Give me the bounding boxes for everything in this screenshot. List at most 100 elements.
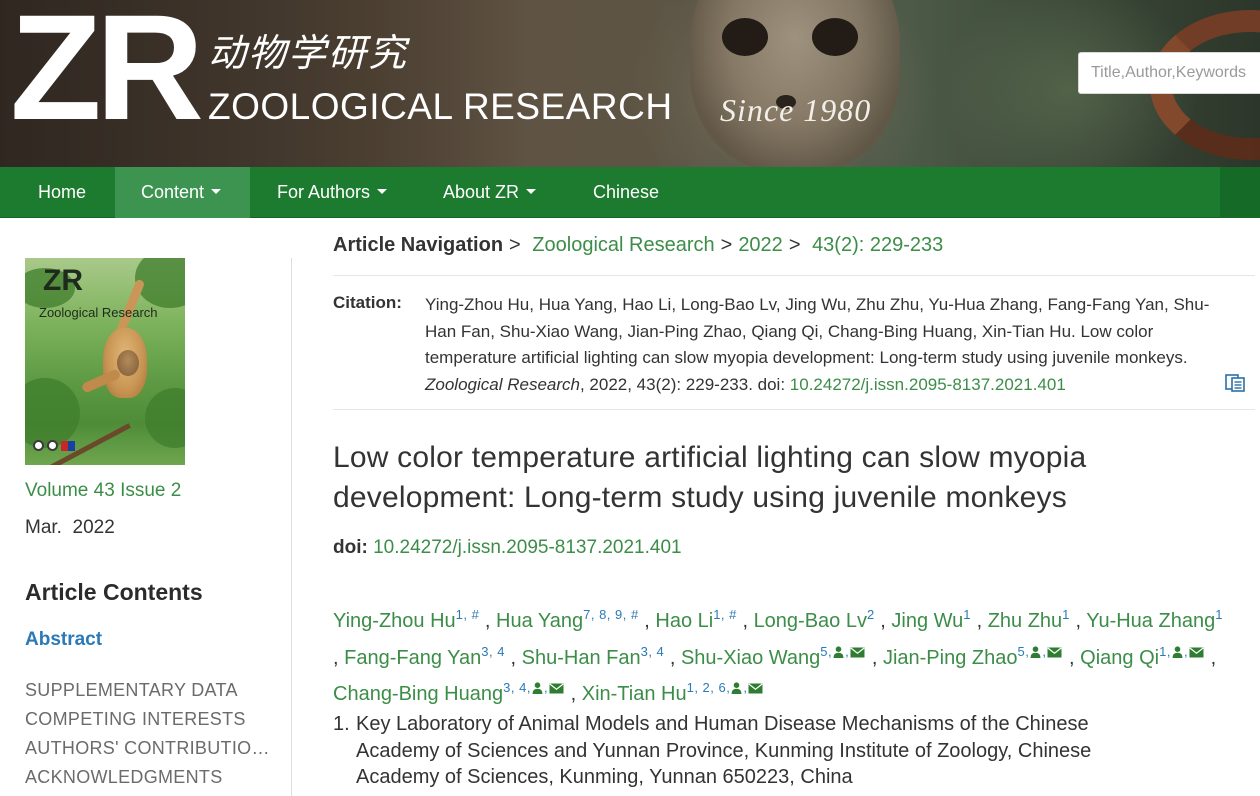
author-item: Fang-Fang Yan3, 4 — [344, 644, 505, 669]
author-item: Jian-Ping Zhao5,, — [883, 643, 1064, 669]
nav-item-home[interactable]: Home — [12, 167, 112, 218]
separator: , — [845, 643, 850, 659]
contents-link-acknowledgments[interactable]: ACKNOWLEDGMENTS — [25, 763, 275, 792]
breadcrumb-year-link[interactable]: 2022 — [738, 234, 783, 256]
cover-badge-icon — [33, 440, 44, 451]
cover-flag-icon — [61, 441, 75, 451]
author-affiliation-sup[interactable]: 1, # — [456, 607, 480, 622]
breadcrumb-separator: > — [720, 234, 733, 256]
author-item: Yu-Hua Zhang1 — [1086, 607, 1223, 632]
copy-citation-icon[interactable] — [1224, 373, 1246, 393]
search-input[interactable] — [1078, 52, 1260, 94]
caret-down-icon — [526, 188, 537, 194]
author-name-link[interactable]: Qiang Qi — [1080, 647, 1159, 669]
separator: , — [526, 680, 531, 695]
contents-link-competing-interests[interactable]: COMPETING INTERESTS — [25, 705, 275, 734]
author-name-link[interactable]: Ying-Zhou Hu — [333, 610, 456, 632]
author-name-link[interactable]: Zhu Zhu — [988, 610, 1062, 632]
corresponding-author-icons: ,, — [828, 643, 866, 669]
citation-authors-title: Ying-Zhou Hu, Hua Yang, Hao Li, Long-Bao… — [425, 295, 1210, 367]
contents-link-abstract[interactable]: Abstract — [25, 629, 102, 651]
divider — [333, 409, 1255, 410]
author-name-link[interactable]: Jian-Ping Zhao — [883, 647, 1018, 669]
person-icon[interactable] — [1030, 645, 1041, 658]
nav-item-for-authors[interactable]: For Authors — [251, 167, 413, 218]
email-icon[interactable] — [1047, 647, 1063, 658]
author-name-link[interactable]: Jing Wu — [891, 610, 963, 632]
author-item: Hua Yang7, 8, 9, # — [496, 607, 639, 632]
author-affiliation-sup[interactable]: 3, 4 — [503, 680, 527, 695]
banner-meerkat-eye — [722, 18, 768, 56]
author-affiliation-sup[interactable]: 1 — [1062, 607, 1070, 622]
person-icon[interactable] — [833, 645, 844, 658]
doi-label: doi: — [333, 537, 368, 558]
breadcrumb-journal-link[interactable]: Zoological Research — [532, 234, 714, 256]
corresponding-author-icons: ,, — [1167, 644, 1205, 669]
article-contents-heading: Article Contents — [25, 579, 203, 605]
person-icon[interactable] — [532, 682, 543, 694]
author-name-link[interactable]: Fang-Fang Yan — [344, 647, 481, 669]
cover-logo: ZR — [43, 264, 83, 297]
cover-foliage — [145, 388, 185, 448]
site-header-banner: ZR 动物学研究 ZOOLOGICAL RESEARCH Since 1980 — [0, 0, 1260, 167]
nav-item-chinese[interactable]: Chinese — [567, 167, 685, 218]
divider — [333, 275, 1255, 276]
nav-item-label: About ZR — [443, 182, 520, 202]
breadcrumb-label: Article Navigation — [333, 234, 504, 256]
separator: , — [743, 680, 748, 695]
cover-badges — [33, 440, 78, 454]
author-name-link[interactable]: Chang-Bing Huang — [333, 683, 503, 705]
author-affiliation-sup[interactable]: 3, 4 — [641, 644, 665, 659]
author-affiliation-sup[interactable]: 1, # — [713, 607, 737, 622]
volume-issue-link[interactable]: Volume 43 Issue 2 — [25, 480, 181, 502]
logo-chinese-title: 动物学研究 — [208, 31, 409, 75]
email-icon[interactable] — [549, 683, 564, 694]
author-item: Xin-Tian Hu1, 2, 6,, — [582, 680, 765, 705]
author-name-link[interactable]: Long-Bao Lv — [754, 610, 867, 632]
author-affiliation-sup[interactable]: 1 — [1159, 644, 1167, 659]
author-name-link[interactable]: Shu-Xiao Wang — [681, 647, 820, 669]
citation-text: Ying-Zhou Hu, Hua Yang, Hao Li, Long-Bao… — [425, 292, 1225, 398]
nav-item-label: Chinese — [593, 182, 660, 202]
author-affiliation-sup[interactable]: 1 — [963, 607, 971, 622]
author-name-link[interactable]: Hao Li — [655, 610, 713, 632]
nav-extra-button[interactable] — [1220, 167, 1260, 218]
email-icon[interactable] — [748, 683, 764, 694]
author-affiliation-sup[interactable]: 1 — [1215, 607, 1223, 622]
author-name-link[interactable]: Shu-Han Fan — [522, 647, 641, 669]
contents-link-supplementary-data[interactable]: SUPPLEMENTARY DATA — [25, 676, 275, 705]
contents-link-authors-contributions[interactable]: AUTHORS' CONTRIBUTIONS — [25, 734, 275, 763]
affiliation-text: Key Laboratory of Animal Models and Huma… — [356, 713, 1092, 788]
author-name-link[interactable]: Yu-Hua Zhang — [1086, 610, 1215, 632]
citation-doi-link[interactable]: 10.24272/j.issn.2095-8137.2021.401 — [790, 375, 1066, 394]
author-name-link[interactable]: Xin-Tian Hu — [582, 683, 687, 705]
author-item: Shu-Xiao Wang5,, — [681, 643, 866, 669]
nav-item-about-zr[interactable]: About ZR — [417, 167, 562, 218]
article-title: Low color temperature artificial lightin… — [333, 441, 1087, 514]
logo-zr[interactable]: ZR — [10, 0, 204, 142]
person-icon[interactable] — [731, 682, 742, 694]
author-affiliation-sup[interactable]: 7, 8, 9, # — [583, 607, 639, 622]
journal-cover-image[interactable]: ZR Zoological Research — [25, 258, 185, 465]
author-item: Jing Wu1 — [891, 607, 971, 632]
affiliation-number: 1. — [333, 713, 350, 735]
separator: , — [1025, 643, 1030, 659]
nav-item-label: For Authors — [277, 182, 371, 202]
author-item: Hao Li1, # — [655, 607, 737, 632]
author-affiliation-sup[interactable]: 5 — [820, 644, 828, 659]
banner-meerkat-eye — [812, 18, 858, 56]
breadcrumb: Article Navigation > Zoological Research >… — [333, 234, 943, 257]
doi-link[interactable]: 10.24272/j.issn.2095-8137.2021.401 — [373, 537, 681, 558]
email-icon[interactable] — [850, 647, 865, 658]
person-icon[interactable] — [1172, 645, 1183, 658]
breadcrumb-issue-link[interactable]: 43(2): 229-233 — [812, 234, 943, 256]
email-icon[interactable] — [1189, 647, 1204, 658]
author-affiliation-sup[interactable]: 2 — [867, 607, 875, 622]
separator: , — [1042, 643, 1047, 659]
author-affiliation-sup[interactable]: 1, 2, 6 — [687, 680, 727, 695]
author-item: Shu-Han Fan3, 4 — [522, 644, 665, 669]
author-name-link[interactable]: Hua Yang — [496, 610, 583, 632]
author-item: Qiang Qi1,, — [1080, 644, 1205, 669]
nav-item-content[interactable]: Content — [115, 167, 250, 218]
author-affiliation-sup[interactable]: 3, 4 — [481, 644, 505, 659]
